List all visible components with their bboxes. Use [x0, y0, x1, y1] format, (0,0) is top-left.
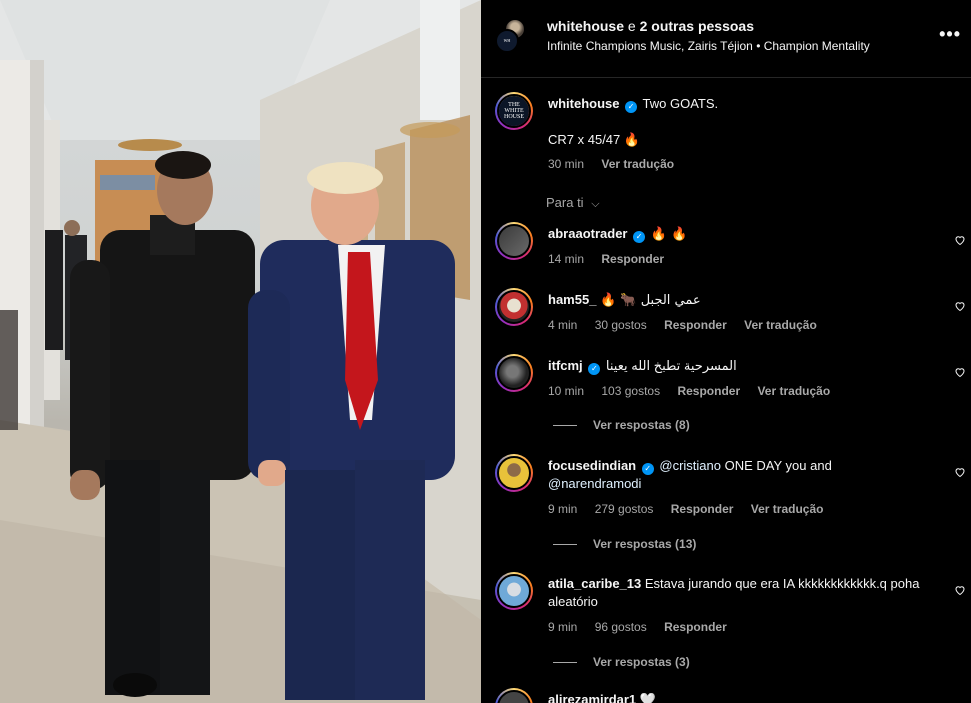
mention-link[interactable]: @cristiano: [659, 458, 721, 473]
like-count[interactable]: 103 gostos: [601, 384, 660, 398]
comment-username[interactable]: itfcmj: [548, 358, 583, 373]
view-replies-button[interactable]: Ver respostas (3): [553, 655, 690, 669]
caption-text-line1: Two GOATS.: [642, 96, 719, 111]
verified-badge-icon: ✓: [641, 463, 654, 475]
avatar[interactable]: [495, 222, 533, 260]
comment-time: 9 min: [548, 620, 578, 634]
avatar[interactable]: [495, 572, 533, 610]
post-header: WH whitehouse e 2 outras pessoas Infinit…: [481, 0, 971, 78]
verified-badge-icon: ✓: [588, 363, 601, 375]
like-count[interactable]: 96 gostos: [595, 620, 647, 634]
reply-button[interactable]: Responder: [677, 384, 740, 398]
avatar[interactable]: [495, 454, 533, 492]
sort-dropdown[interactable]: Para ti ⌵: [546, 195, 600, 211]
chevron-down-icon: ⌵: [591, 198, 600, 210]
like-count[interactable]: 279 gostos: [595, 502, 654, 516]
verified-badge-icon: ✓: [633, 231, 646, 243]
view-replies-label: Ver respostas (3): [593, 655, 690, 669]
reply-button[interactable]: Responder: [671, 502, 734, 516]
comment-username[interactable]: atila_caribe_13: [548, 576, 641, 591]
avatar[interactable]: [495, 354, 533, 392]
comment-time: 9 min: [548, 502, 578, 516]
comment-time: 10 min: [548, 384, 585, 398]
caption-translate-link[interactable]: Ver tradução: [601, 157, 674, 171]
verified-badge-icon: ✓: [625, 101, 638, 113]
heart-icon[interactable]: [954, 234, 966, 246]
view-replies-button[interactable]: Ver respostas (8): [553, 418, 690, 432]
more-options-icon[interactable]: •••: [939, 24, 961, 45]
translate-link[interactable]: Ver tradução: [744, 318, 817, 332]
comment-username[interactable]: alirezamirdar1: [548, 692, 636, 703]
collab-avatars[interactable]: WH: [495, 19, 527, 53]
sort-label: Para ti: [546, 195, 584, 210]
post-image: [0, 0, 481, 703]
heart-icon[interactable]: [954, 466, 966, 478]
avatar[interactable]: [495, 288, 533, 326]
caption-text-line2: CR7 x 45/47 🔥: [548, 132, 641, 147]
avatar-seal-text: THE WHITE HOUSE: [503, 102, 524, 120]
comment-text: المسرحية تطبخ الله يعينا: [605, 358, 737, 373]
reply-button[interactable]: Responder: [601, 252, 664, 266]
comment-time: 14 min: [548, 252, 585, 266]
heart-icon[interactable]: [954, 584, 966, 596]
comment-text: 🤍: [639, 693, 656, 703]
comment-text: 🔥 🐂 عمي الجبل: [600, 293, 701, 308]
authors-joiner: e: [627, 18, 636, 34]
caption-time: 30 min: [548, 157, 585, 171]
reply-button[interactable]: Responder: [664, 620, 727, 634]
view-replies-button[interactable]: Ver respostas (13): [553, 537, 696, 551]
caption-username[interactable]: whitehouse: [548, 96, 620, 111]
post-authors[interactable]: whitehouse e 2 outras pessoas: [547, 18, 754, 34]
view-replies-label: Ver respostas (13): [593, 537, 697, 551]
avatar[interactable]: THE WHITE HOUSE: [495, 92, 533, 130]
author-name[interactable]: whitehouse: [547, 18, 624, 34]
translate-link[interactable]: Ver tradução: [751, 502, 824, 516]
mention-link[interactable]: @narendramodi: [548, 476, 641, 491]
comment-time: 4 min: [548, 318, 578, 332]
heart-icon[interactable]: [954, 366, 966, 378]
other-authors[interactable]: 2 outras pessoas: [640, 18, 754, 34]
audio-info[interactable]: Infinite Champions Music, Zairis Téjion …: [547, 39, 870, 53]
heart-icon[interactable]: [954, 300, 966, 312]
view-replies-label: Ver respostas (8): [593, 418, 690, 432]
comments-panel: WH whitehouse e 2 outras pessoas Infinit…: [481, 0, 971, 703]
collab-avatar-2: WH: [495, 29, 519, 53]
comment-text: ONE DAY you and: [724, 458, 832, 473]
comment-username[interactable]: abraaotrader: [548, 226, 627, 241]
comment-username[interactable]: focusedindian: [548, 458, 636, 473]
avatar[interactable]: [495, 688, 533, 703]
post-photo: [0, 0, 481, 703]
comment-username[interactable]: ham55_: [548, 292, 596, 307]
like-count[interactable]: 30 gostos: [595, 318, 647, 332]
reply-button[interactable]: Responder: [664, 318, 727, 332]
comment-text: 🔥 🔥: [650, 227, 688, 242]
translate-link[interactable]: Ver tradução: [757, 384, 830, 398]
